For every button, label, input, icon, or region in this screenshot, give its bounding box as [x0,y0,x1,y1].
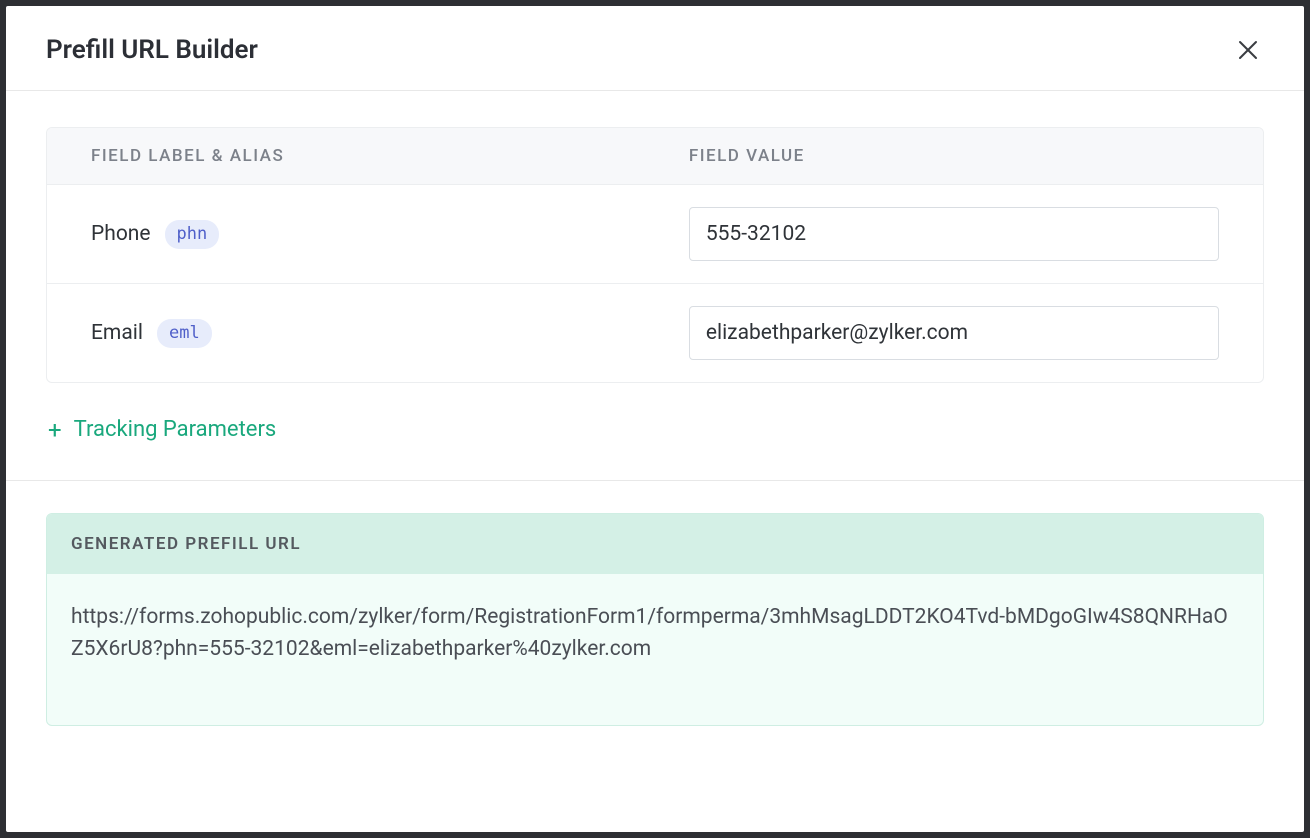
email-field-value-input[interactable] [689,306,1219,360]
field-value-cell [689,207,1219,261]
fields-table: FIELD LABEL & ALIAS FIELD VALUE Phone ph… [46,127,1264,383]
table-header: FIELD LABEL & ALIAS FIELD VALUE [47,128,1263,184]
modal-body: FIELD LABEL & ALIAS FIELD VALUE Phone ph… [6,91,1304,458]
alias-badge: phn [165,220,220,249]
column-header-label: FIELD LABEL & ALIAS [91,146,689,166]
field-label-cell: Phone phn [91,220,689,249]
generated-url-box: GENERATED PREFILL URL https://forms.zoho… [46,513,1264,726]
table-row: Email eml [47,283,1263,382]
tracking-parameters-label: Tracking Parameters [74,417,277,442]
column-header-value: FIELD VALUE [689,146,1219,166]
phone-field-value-input[interactable] [689,207,1219,261]
generated-url-text[interactable]: https://forms.zohopublic.com/zylker/form… [47,574,1263,725]
plus-icon: + [48,418,62,442]
generated-url-section: GENERATED PREFILL URL https://forms.zoho… [6,481,1304,766]
field-label: Phone [91,222,151,246]
generated-url-header: GENERATED PREFILL URL [47,514,1263,574]
field-value-cell [689,306,1219,360]
field-label: Email [91,321,143,345]
table-row: Phone phn [47,184,1263,283]
close-icon [1236,38,1260,62]
modal-title: Prefill URL Builder [46,35,258,65]
add-tracking-parameters-button[interactable]: + Tracking Parameters [46,411,278,448]
prefill-url-builder-modal: Prefill URL Builder FIELD LABEL & ALIAS … [6,6,1304,832]
alias-badge: eml [157,319,212,348]
field-label-cell: Email eml [91,319,689,348]
close-button[interactable] [1232,34,1264,66]
modal-header: Prefill URL Builder [6,6,1304,91]
